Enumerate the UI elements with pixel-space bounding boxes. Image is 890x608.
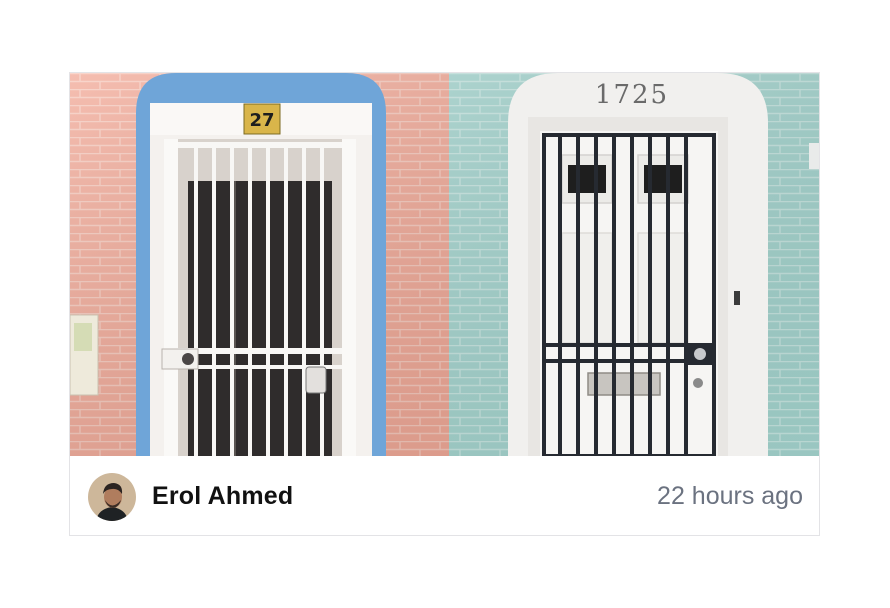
right-house-number: 1725 (595, 80, 669, 110)
author-avatar[interactable] (88, 472, 136, 521)
post-card[interactable]: 27 1725 Erol Ahmed 22 hours ago (69, 72, 820, 536)
author-name[interactable]: Erol Ahmed (152, 482, 293, 511)
post-timestamp: 22 hours ago (657, 482, 803, 510)
right-door: 1725 (508, 73, 768, 456)
card-footer: Erol Ahmed 22 hours ago (70, 456, 819, 535)
left-door: 27 (136, 73, 386, 456)
post-photo[interactable]: 27 1725 (70, 73, 819, 456)
left-house-number: 27 (249, 110, 274, 131)
